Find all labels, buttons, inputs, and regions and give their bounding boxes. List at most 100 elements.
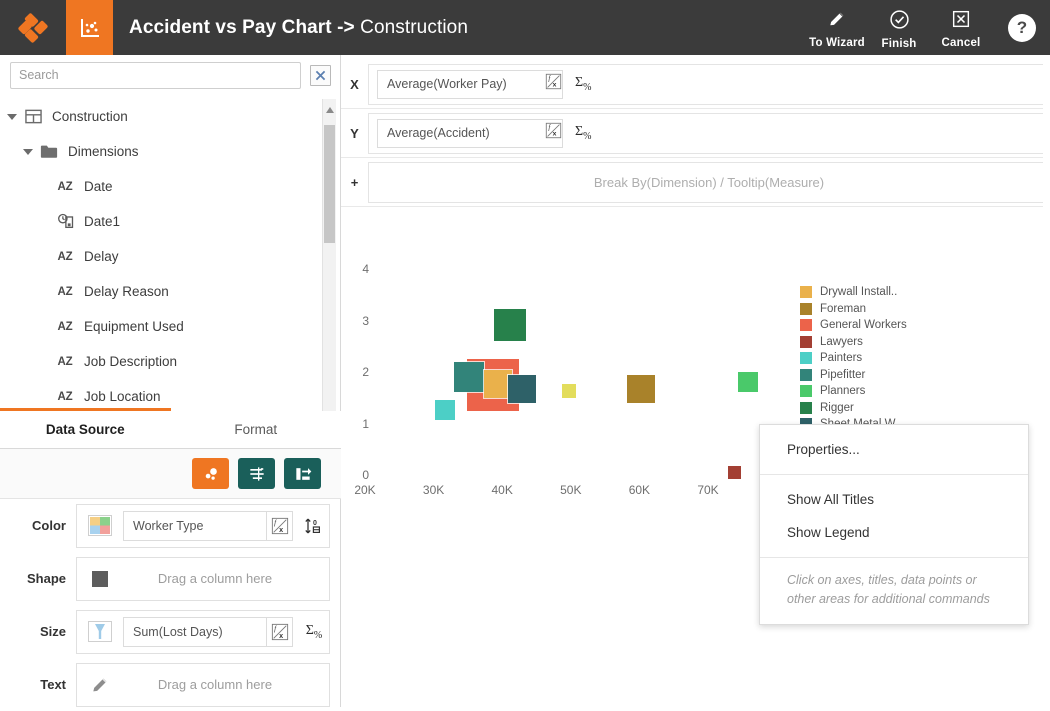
svg-text:x: x <box>553 131 557 138</box>
expand-caret-icon[interactable] <box>4 114 20 120</box>
swap-axes-icon[interactable] <box>284 458 321 489</box>
cancel-button[interactable]: Cancel <box>930 6 992 49</box>
menu-item-show-legend[interactable]: Show Legend <box>760 516 1028 549</box>
chart-area: X Average(Worker Pay) fx Σ% Y Average(Ac… <box>341 55 1050 707</box>
help-button[interactable]: ? <box>1008 14 1036 42</box>
search-input[interactable] <box>10 62 301 89</box>
clear-x-icon[interactable] <box>310 65 331 86</box>
shelf-text-label: Text <box>8 677 76 692</box>
cancel-label: Cancel <box>942 37 981 49</box>
tree-item-delay-reason[interactable]: AZDelay Reason <box>0 274 341 309</box>
app-logo-icon[interactable] <box>0 0 66 55</box>
svg-text:x: x <box>553 82 557 89</box>
sigma-percent-icon[interactable]: Σ% <box>299 623 329 641</box>
shelf-size-pill[interactable]: Sum(Lost Days)fx <box>123 617 293 647</box>
right-edge-spacer <box>1043 55 1050 707</box>
sigma-percent-icon[interactable]: Σ% <box>575 75 592 93</box>
fx-icon[interactable]: fx <box>545 73 562 95</box>
az-icon: AZ <box>52 356 78 368</box>
legend-swatch <box>800 319 812 331</box>
fx-icon[interactable]: fx <box>266 618 292 646</box>
shelf-text-dropzone[interactable]: Drag a column here <box>76 663 330 707</box>
panel-tabs: Data Source Format <box>0 411 341 449</box>
legend-label: Painters <box>820 352 862 364</box>
sort-order-icon[interactable]: 0 <box>299 517 329 535</box>
shelf-size: SizeSum(Lost Days)fxΣ% <box>0 605 341 658</box>
legend-item[interactable]: General Workers <box>800 317 907 334</box>
tree-item-date1[interactable]: Date1 <box>0 204 341 239</box>
data-point-foreman[interactable] <box>627 375 655 403</box>
expand-caret-icon[interactable] <box>20 149 36 155</box>
x-shelf: X Average(Worker Pay) fx Σ% <box>341 60 1050 109</box>
fx-icon[interactable]: fx <box>266 512 292 540</box>
table-icon <box>20 108 46 125</box>
datetime-icon <box>52 213 78 230</box>
marks-toolbar <box>0 449 341 499</box>
tree-scrollbar[interactable] <box>322 99 336 457</box>
y-shelf-label: Y <box>341 126 368 141</box>
tree-item-delay[interactable]: AZDelay <box>0 239 341 274</box>
legend-item[interactable]: Lawyers <box>800 334 907 351</box>
marks-bubbles-icon[interactable] <box>192 458 229 489</box>
menu-item-show-all-titles[interactable]: Show All Titles <box>760 483 1028 516</box>
sigma-percent-icon[interactable]: Σ% <box>575 124 592 142</box>
data-point-pipefitter[interactable] <box>454 362 484 392</box>
menu-item-properties[interactable]: Properties... <box>760 433 1028 466</box>
legend-item[interactable]: Drywall Install.. <box>800 284 907 301</box>
x-tick-label: 60K <box>619 483 659 497</box>
data-point-sheet-metal-w-[interactable] <box>508 375 536 403</box>
tree-item-equipment-used[interactable]: AZEquipment Used <box>0 309 341 344</box>
sort-filter-icon[interactable] <box>238 458 275 489</box>
legend-item[interactable]: Planners <box>800 383 907 400</box>
legend-item[interactable]: Foreman <box>800 301 907 318</box>
shelf-text-placeholder: Drag a column here <box>123 677 329 692</box>
breakby-shelf-label: + <box>341 175 368 190</box>
scatter-chart-icon[interactable] <box>66 0 113 55</box>
y-measure-pill[interactable]: Average(Accident) fx <box>377 119 563 148</box>
scroll-up-icon[interactable] <box>323 103 337 117</box>
legend-item[interactable]: Pipefitter <box>800 367 907 384</box>
shelf-color: ColorWorker Typefx0 <box>0 499 341 552</box>
tab-format[interactable]: Format <box>171 411 342 448</box>
data-point-surveyors[interactable] <box>562 384 576 398</box>
y-tick-label: 4 <box>347 262 369 276</box>
legend-item[interactable]: Painters <box>800 350 907 367</box>
fx-icon[interactable]: fx <box>545 122 562 144</box>
size-funnel-icon <box>86 620 114 644</box>
context-menu-section-view: Show All Titles Show Legend <box>760 475 1028 557</box>
breakby-dropzone[interactable]: Break By(Dimension) / Tooltip(Measure) <box>368 162 1050 203</box>
tree-item-job-description[interactable]: AZJob Description <box>0 344 341 379</box>
y-shelf: Y Average(Accident) fx Σ% <box>341 109 1050 158</box>
scrollbar-thumb[interactable] <box>324 125 335 243</box>
shelf-shape-dropzone[interactable]: Drag a column here <box>76 557 330 601</box>
tree-item-label: Delay Reason <box>84 284 169 299</box>
x-shelf-dropzone[interactable]: Average(Worker Pay) fx Σ% <box>368 64 1050 105</box>
close-square-icon <box>951 9 971 34</box>
x-shelf-label: X <box>341 77 368 92</box>
context-menu[interactable]: Properties... Show All Titles Show Legen… <box>759 424 1029 625</box>
finish-button[interactable]: Finish <box>868 6 930 50</box>
shelf-shape-placeholder: Drag a column here <box>123 571 329 586</box>
y-shelf-dropzone[interactable]: Average(Accident) fx Σ% <box>368 113 1050 154</box>
breakby-placeholder: Break By(Dimension) / Tooltip(Measure) <box>369 175 1049 190</box>
pencil-icon <box>86 673 114 697</box>
shelf-shape: ShapeDrag a column here <box>0 552 341 605</box>
shelf-color-dropzone[interactable]: Worker Typefx 0 <box>76 504 330 548</box>
app-header: Accident vs Pay Chart -> Construction To… <box>0 0 1050 55</box>
tab-data-source[interactable]: Data Source <box>0 411 171 448</box>
data-point-lawyers[interactable] <box>728 466 741 479</box>
tree-item-date[interactable]: AZDate <box>0 169 341 204</box>
to-wizard-button[interactable]: To Wizard <box>806 6 868 49</box>
tree-item-construction[interactable]: Construction <box>0 99 341 134</box>
shelf-size-dropzone[interactable]: Sum(Lost Days)fx Σ% <box>76 610 330 654</box>
tree-item-dimensions[interactable]: Dimensions <box>0 134 341 169</box>
y-tick-label: 2 <box>347 365 369 379</box>
data-point-rigger[interactable] <box>494 309 526 341</box>
shelf-color-pill[interactable]: Worker Typefx <box>123 511 293 541</box>
data-point-planners[interactable] <box>738 372 758 392</box>
legend-item[interactable]: Rigger <box>800 400 907 417</box>
x-tick-label: 30K <box>414 483 454 497</box>
data-point-painters[interactable] <box>435 400 455 420</box>
x-measure-pill[interactable]: Average(Worker Pay) fx <box>377 70 563 99</box>
svg-text:f: f <box>548 125 551 132</box>
